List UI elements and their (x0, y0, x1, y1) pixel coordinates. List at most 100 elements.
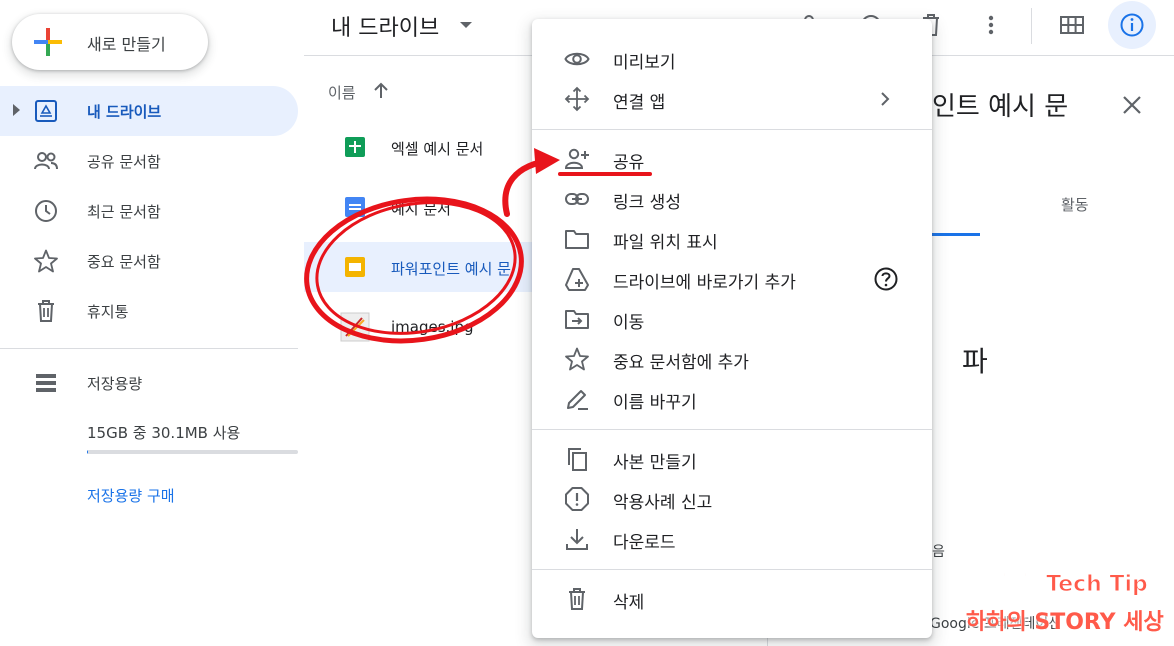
menu-item-add-starred[interactable]: 중요 문서함에 추가 (532, 338, 932, 378)
sidebar-item-trash[interactable]: 휴지통 (0, 286, 298, 336)
move-arrows-icon (564, 86, 590, 112)
sidebar-item-my-drive[interactable]: 내 드라이브 (0, 86, 298, 136)
more-vert-icon[interactable] (978, 12, 1004, 38)
file-row-selected[interactable]: 파워포인트 예시 문 (304, 242, 554, 292)
trash-icon (38, 300, 54, 322)
new-button-label: 새로 만들기 (87, 35, 166, 54)
file-name: 파워포인트 예시 문 (391, 260, 511, 278)
storage-label[interactable]: 저장용량 (87, 373, 142, 394)
menu-item-label: 악용사례 신고 (613, 493, 713, 513)
watermark-line-2: 하하의 STORY 세상 (966, 610, 1164, 635)
info-icon (1120, 13, 1144, 37)
star-icon (34, 249, 58, 273)
file-name: 예시 문서 (391, 200, 451, 218)
my-drive-icon (35, 100, 57, 122)
trash-icon (569, 588, 585, 610)
image-file-thumbnail (340, 312, 370, 342)
details-panel-title: 인트 예시 문 (932, 92, 1069, 122)
sort-ascending-icon[interactable] (372, 82, 390, 100)
toolbar-separator (1031, 8, 1032, 44)
details-text-fragment: 음 (932, 544, 945, 560)
menu-item-make-copy[interactable]: 사본 만들기 (532, 438, 932, 478)
new-button[interactable]: 새로 만들기 (12, 14, 208, 70)
menu-item-label: 파일 위치 표시 (613, 233, 718, 253)
menu-item-report-abuse[interactable]: 악용사례 신고 (532, 478, 932, 518)
menu-item-move[interactable]: 이동 (532, 298, 932, 338)
star-icon (565, 347, 589, 371)
link-icon (565, 193, 589, 205)
menu-item-get-link[interactable]: 링크 생성 (532, 178, 932, 218)
menu-item-label: 중요 문서함에 추가 (613, 353, 749, 373)
context-menu: 미리보기 연결 앱 공유 링크 생성 파일 위치 표시 드라이브에 바로가기 추… (532, 19, 932, 638)
storage-progress-bar (87, 450, 298, 454)
sidebar-item-label: 최근 문서함 (87, 203, 161, 221)
clock-icon (35, 200, 57, 222)
menu-item-label: 이름 바꾸기 (613, 393, 697, 413)
docs-file-icon (345, 197, 365, 217)
sidebar-item-label: 휴지통 (87, 303, 129, 321)
menu-item-preview[interactable]: 미리보기 (532, 38, 932, 78)
menu-item-label: 링크 생성 (613, 193, 681, 213)
pencil-icon (567, 390, 588, 410)
menu-item-share[interactable]: 공유 (532, 138, 932, 178)
file-row[interactable]: 예시 문서 (304, 182, 554, 232)
sidebar-item-shared[interactable]: 공유 문서함 (0, 136, 298, 186)
menu-item-open-with[interactable]: 연결 앱 (532, 78, 932, 118)
sidebar-item-label: 공유 문서함 (87, 153, 161, 171)
menu-item-delete[interactable]: 삭제 (532, 578, 932, 618)
sidebar-item-label: 내 드라이브 (87, 103, 162, 121)
menu-item-label: 드라이브에 바로가기 추가 (613, 273, 796, 293)
storage-usage-text: 15GB 중 30.1MB 사용 (87, 424, 241, 442)
report-icon (565, 487, 589, 511)
move-to-folder-icon (565, 310, 589, 329)
plus-icon (34, 28, 62, 56)
sidebar-item-label: 중요 문서함 (87, 253, 161, 271)
menu-divider (532, 569, 932, 570)
menu-divider (532, 129, 932, 130)
download-icon (566, 529, 588, 550)
sidebar-item-recent[interactable]: 최근 문서함 (0, 186, 298, 236)
tab-activity[interactable]: 활동 (1061, 194, 1089, 215)
drive-shortcut-icon (565, 268, 589, 291)
menu-item-label: 공유 (613, 153, 645, 173)
storage-icon (36, 374, 56, 392)
watermark-line-1: 하하 Tech Tip (998, 572, 1149, 598)
folder-icon (565, 230, 589, 249)
menu-item-label: 사본 만들기 (613, 453, 697, 473)
file-name: images.jpg (391, 318, 474, 336)
column-header-name[interactable]: 이름 (328, 82, 356, 103)
chevron-right-icon (881, 92, 890, 106)
menu-item-add-shortcut[interactable]: 드라이브에 바로가기 추가 (532, 258, 932, 298)
file-row[interactable]: images.jpg (304, 302, 554, 352)
menu-divider (532, 429, 932, 430)
menu-item-label: 이동 (613, 313, 645, 333)
menu-item-show-location[interactable]: 파일 위치 표시 (532, 218, 932, 258)
active-tab-indicator (930, 233, 980, 236)
grid-view-icon[interactable] (1059, 12, 1085, 38)
details-info-button[interactable] (1108, 1, 1156, 49)
details-preview-text: 파 (962, 345, 988, 378)
file-name: 엑셀 예시 문서 (391, 140, 484, 158)
copy-icon (568, 448, 587, 471)
buy-storage-link[interactable]: 저장용량 구매 (87, 485, 175, 506)
menu-item-label: 다운로드 (613, 533, 676, 553)
sidebar-item-starred[interactable]: 중요 문서함 (0, 236, 298, 286)
menu-item-download[interactable]: 다운로드 (532, 518, 932, 558)
page-title[interactable]: 내 드라이브 (331, 10, 439, 42)
menu-item-label: 삭제 (613, 593, 645, 613)
help-icon[interactable] (873, 266, 899, 292)
menu-item-label: 연결 앱 (613, 93, 666, 113)
person-add-icon (564, 148, 589, 169)
sidebar-divider (0, 348, 298, 349)
eye-icon (564, 52, 590, 66)
sheets-file-icon (345, 137, 365, 157)
expand-caret-icon[interactable] (13, 104, 20, 116)
shared-people-icon (34, 152, 58, 170)
file-row[interactable]: 엑셀 예시 문서 (304, 122, 554, 172)
storage-progress-fill (87, 450, 89, 454)
slides-file-icon (345, 257, 365, 277)
menu-item-rename[interactable]: 이름 바꾸기 (532, 378, 932, 418)
close-icon[interactable] (1121, 94, 1143, 116)
menu-item-label: 미리보기 (613, 53, 676, 73)
title-dropdown-icon[interactable] (460, 22, 472, 28)
